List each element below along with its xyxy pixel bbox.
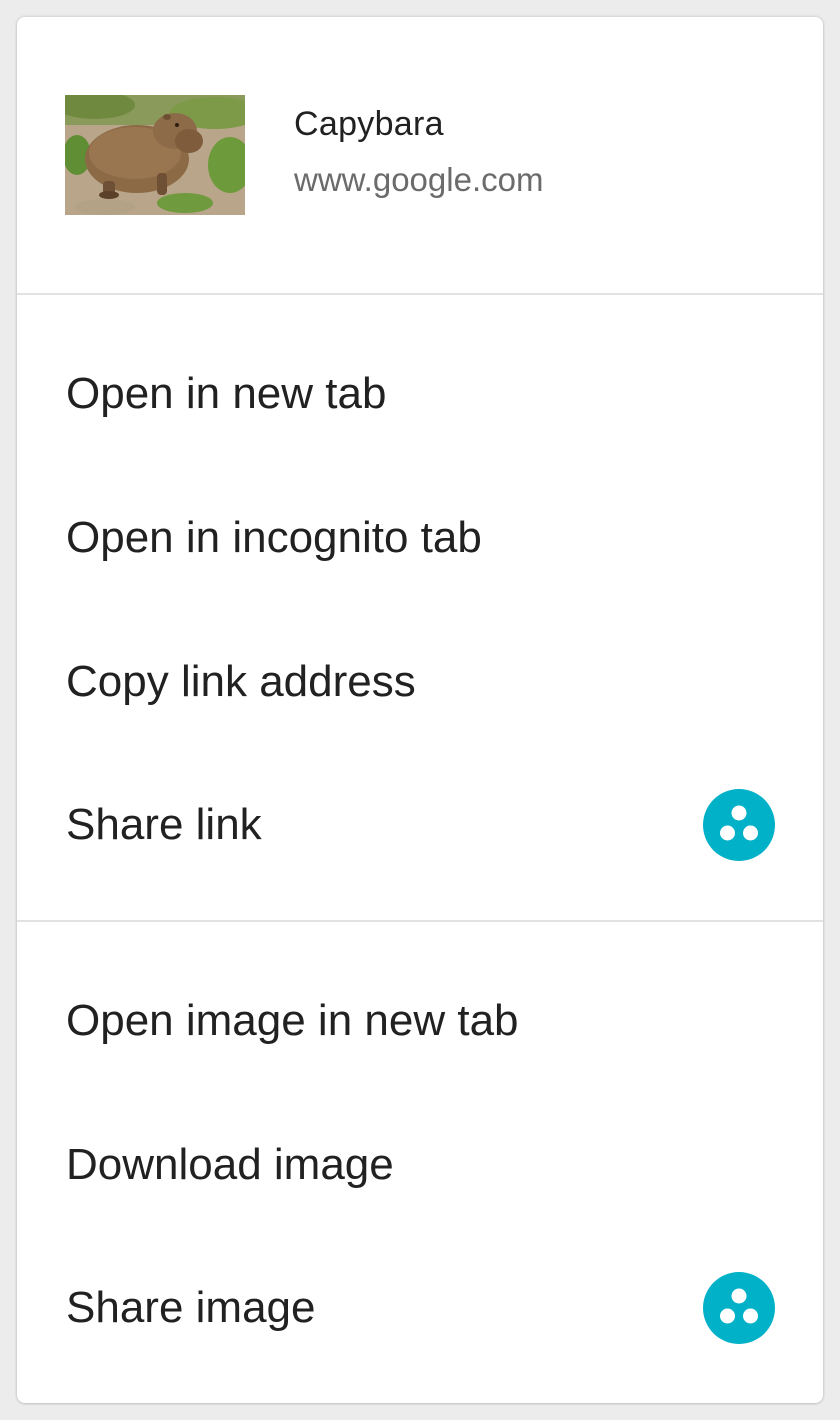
link-title: Capybara: [294, 105, 444, 143]
menu-item-label: Open image in new tab: [66, 996, 519, 1045]
menu-item-open-in-incognito-tab[interactable]: Open in incognito tab: [17, 468, 823, 608]
menu-item-label: Open in new tab: [66, 369, 387, 418]
section-divider: [17, 293, 823, 295]
capybara-thumbnail-image: [65, 95, 245, 215]
menu-item-open-image-in-new-tab[interactable]: Open image in new tab: [17, 951, 823, 1091]
menu-item-open-in-new-tab[interactable]: Open in new tab: [17, 324, 823, 464]
section-divider: [17, 920, 823, 922]
menu-item-label: Open in incognito tab: [66, 513, 482, 562]
link-url: www.google.com: [294, 161, 544, 198]
menu-item-share-image[interactable]: Share image: [17, 1238, 823, 1378]
menu-item-download-image[interactable]: Download image: [17, 1095, 823, 1235]
menu-item-label: Download image: [66, 1140, 394, 1189]
share-app-icon[interactable]: [703, 789, 775, 861]
menu-item-share-link[interactable]: Share link: [17, 755, 823, 895]
menu-item-copy-link-address[interactable]: Copy link address: [17, 612, 823, 752]
menu-item-label: Share link: [66, 800, 262, 849]
context-menu-header: Capybara www.google.com: [17, 17, 823, 294]
context-menu-sheet: Capybara www.google.com Open in new tab …: [17, 17, 823, 1403]
share-app-icon[interactable]: [703, 1272, 775, 1344]
menu-item-label: Share image: [66, 1283, 316, 1332]
menu-item-label: Copy link address: [66, 657, 416, 706]
